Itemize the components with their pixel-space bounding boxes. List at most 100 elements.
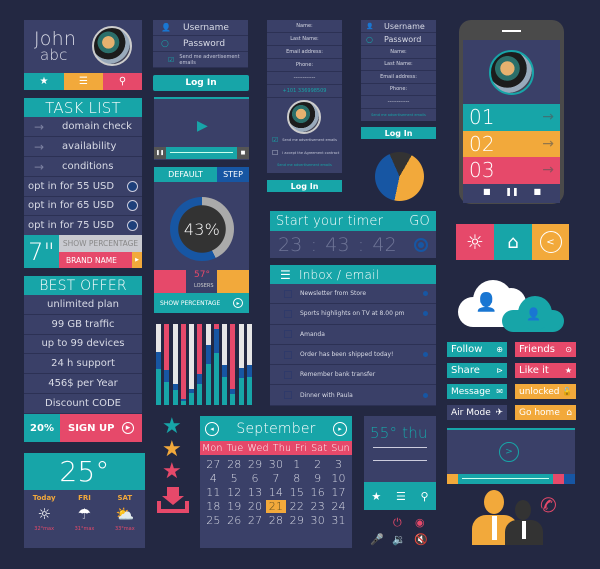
show-percentage-label[interactable]: SHOW PERCENTAGE [59,235,142,252]
username-field[interactable]: 👤 Username [361,20,436,33]
radio-button[interactable] [127,200,138,212]
form-field[interactable]: ------------ [267,72,342,85]
calendar-day[interactable]: 3 [328,458,349,471]
go-home-button[interactable]: Go home ⌂ [515,405,576,420]
message-button[interactable]: Message ✉ [447,384,507,399]
phone-list-item[interactable]: 03 → [463,157,560,184]
stop-button[interactable]: ■ [237,147,249,159]
calendar-day[interactable]: 31 [328,514,349,527]
mute-icon[interactable]: 🔇 [414,533,428,546]
calendar-day[interactable]: 27 [203,458,224,471]
menu-icon[interactable]: ☰ [64,73,103,90]
calendar-day[interactable]: 19 [224,500,245,513]
menu-icon[interactable]: ☰ [280,268,291,282]
option-item[interactable]: opt in for 65 USD [24,197,142,216]
advertisement-checkbox[interactable]: ☑ Send me advertisement emails [272,136,337,144]
star-icon[interactable]: ★ [371,490,381,503]
calendar-day[interactable]: 13 [245,486,266,499]
login-button[interactable]: Log In [153,75,249,91]
inbox-item[interactable]: Newsletter from Store [270,284,436,305]
option-item[interactable]: opt in for 75 USD [24,216,142,236]
task-item[interactable]: → domain check [24,117,142,137]
form-field[interactable]: Phone: [267,59,342,72]
power-icon[interactable]: ⏻ [393,516,402,530]
tab-step[interactable]: STEP [217,167,249,182]
form-field[interactable]: Last Name: [267,33,342,46]
calendar-day[interactable]: 21 [265,500,287,513]
square-button-icon[interactable]: ■ [483,187,491,196]
friends-button[interactable]: Friends ⊙ [515,342,576,357]
register-login-button[interactable]: Log In [361,127,436,139]
like-button[interactable]: Like it ★ [515,363,576,378]
form-field[interactable]: +101 336998509 [267,85,342,98]
calendar-day[interactable]: 8 [286,472,307,485]
calendar-day[interactable]: 12 [224,486,245,499]
calendar-day[interactable]: 11 [203,486,224,499]
username-field[interactable]: 👤 Username [153,20,248,36]
star-teal-icon[interactable]: ★ [162,414,182,439]
form-field[interactable]: Last Name: [361,59,436,71]
send-link[interactable]: Send me advertisement emails [267,163,342,167]
password-field[interactable]: ○ Password [361,33,436,46]
air-mode-button[interactable]: Air Mode ✈ [447,405,507,420]
back-icon[interactable]: < [532,224,569,260]
calendar-day[interactable]: 7 [266,472,287,485]
calendar-day[interactable]: 5 [224,472,245,485]
calendar-day[interactable]: 6 [245,472,266,485]
tab-default[interactable]: DEFAULT [154,167,217,182]
calendar-day[interactable]: 18 [203,500,224,513]
calendar-day[interactable]: 1 [286,458,307,471]
mail-checkbox[interactable] [284,309,292,318]
calendar-day[interactable]: 9 [307,472,328,485]
phone-call-icon[interactable]: ✆ [538,492,559,519]
pause-button[interactable]: ❚❚ [154,147,166,159]
record-icon[interactable] [414,237,428,252]
show-percentage-bar[interactable]: SHOW PERCENTAGE ▸ [154,293,249,313]
calendar-day[interactable]: 4 [203,472,224,485]
sign-up-button[interactable]: SIGN UP ▸ [60,414,142,442]
location-pin-icon[interactable]: ⚲ [421,490,429,503]
calendar-day[interactable]: 23 [307,500,328,513]
star-icon[interactable]: ★ [24,73,64,90]
radio-button[interactable] [127,219,138,231]
calendar-day[interactable]: 29 [245,458,266,471]
prev-month-button[interactable]: ◂ [205,421,219,436]
calendar-day[interactable]: 25 [203,514,224,527]
newsletter-checkbox[interactable]: ☑ Send me advertisement emails [153,52,248,68]
video-progress-bar[interactable] [166,147,237,159]
calendar-day[interactable]: 26 [224,514,245,527]
form-field[interactable]: Email address: [267,46,342,59]
unlocked-button[interactable]: unlocked 🔓 [515,384,576,399]
play-circle-icon[interactable]: > [499,442,519,462]
play-icon[interactable]: ▶ [197,118,208,134]
follow-button[interactable]: Follow ⊕ [447,342,507,357]
square-button-icon[interactable]: ■ [533,187,541,196]
settings-button[interactable] [564,474,575,484]
phone-list-item[interactable]: 01 → [463,104,560,131]
download-icon[interactable] [157,487,189,513]
calendar-day[interactable]: 20 [245,500,266,513]
option-item[interactable]: opt in for 55 USD [24,177,142,197]
signup-login-button[interactable]: Log In [267,180,342,192]
volume-icon[interactable]: 🔉 [392,533,406,546]
calendar-day[interactable]: 30 [307,514,328,527]
stop-button[interactable] [553,474,564,484]
form-field[interactable]: Phone: [361,84,436,96]
location-pin-icon[interactable]: ⚲ [103,73,142,90]
calendar-day[interactable]: 14 [266,486,287,499]
microphone-icon[interactable]: 🎤 [370,533,384,546]
send-link[interactable]: Send me advertisement emails [361,109,436,122]
brightness-icon[interactable]: ☼ [456,224,494,260]
phone-list-item[interactable]: 02 → [463,130,560,157]
calendar-day[interactable]: 15 [286,486,307,499]
agreement-checkbox[interactable]: ☐ I accept the Agreement contract [272,149,339,157]
star-red-icon[interactable]: ★ [162,459,182,484]
mail-checkbox[interactable] [284,289,292,298]
password-field[interactable]: ○ Password [153,36,248,52]
inbox-item[interactable]: Amanda [270,325,436,345]
mail-checkbox[interactable] [284,330,292,339]
form-field[interactable]: Name: [267,20,342,33]
pause-button[interactable] [447,474,458,484]
calendar-day[interactable]: 24 [328,500,349,513]
inbox-item[interactable]: Dinner with Paula [270,385,436,406]
